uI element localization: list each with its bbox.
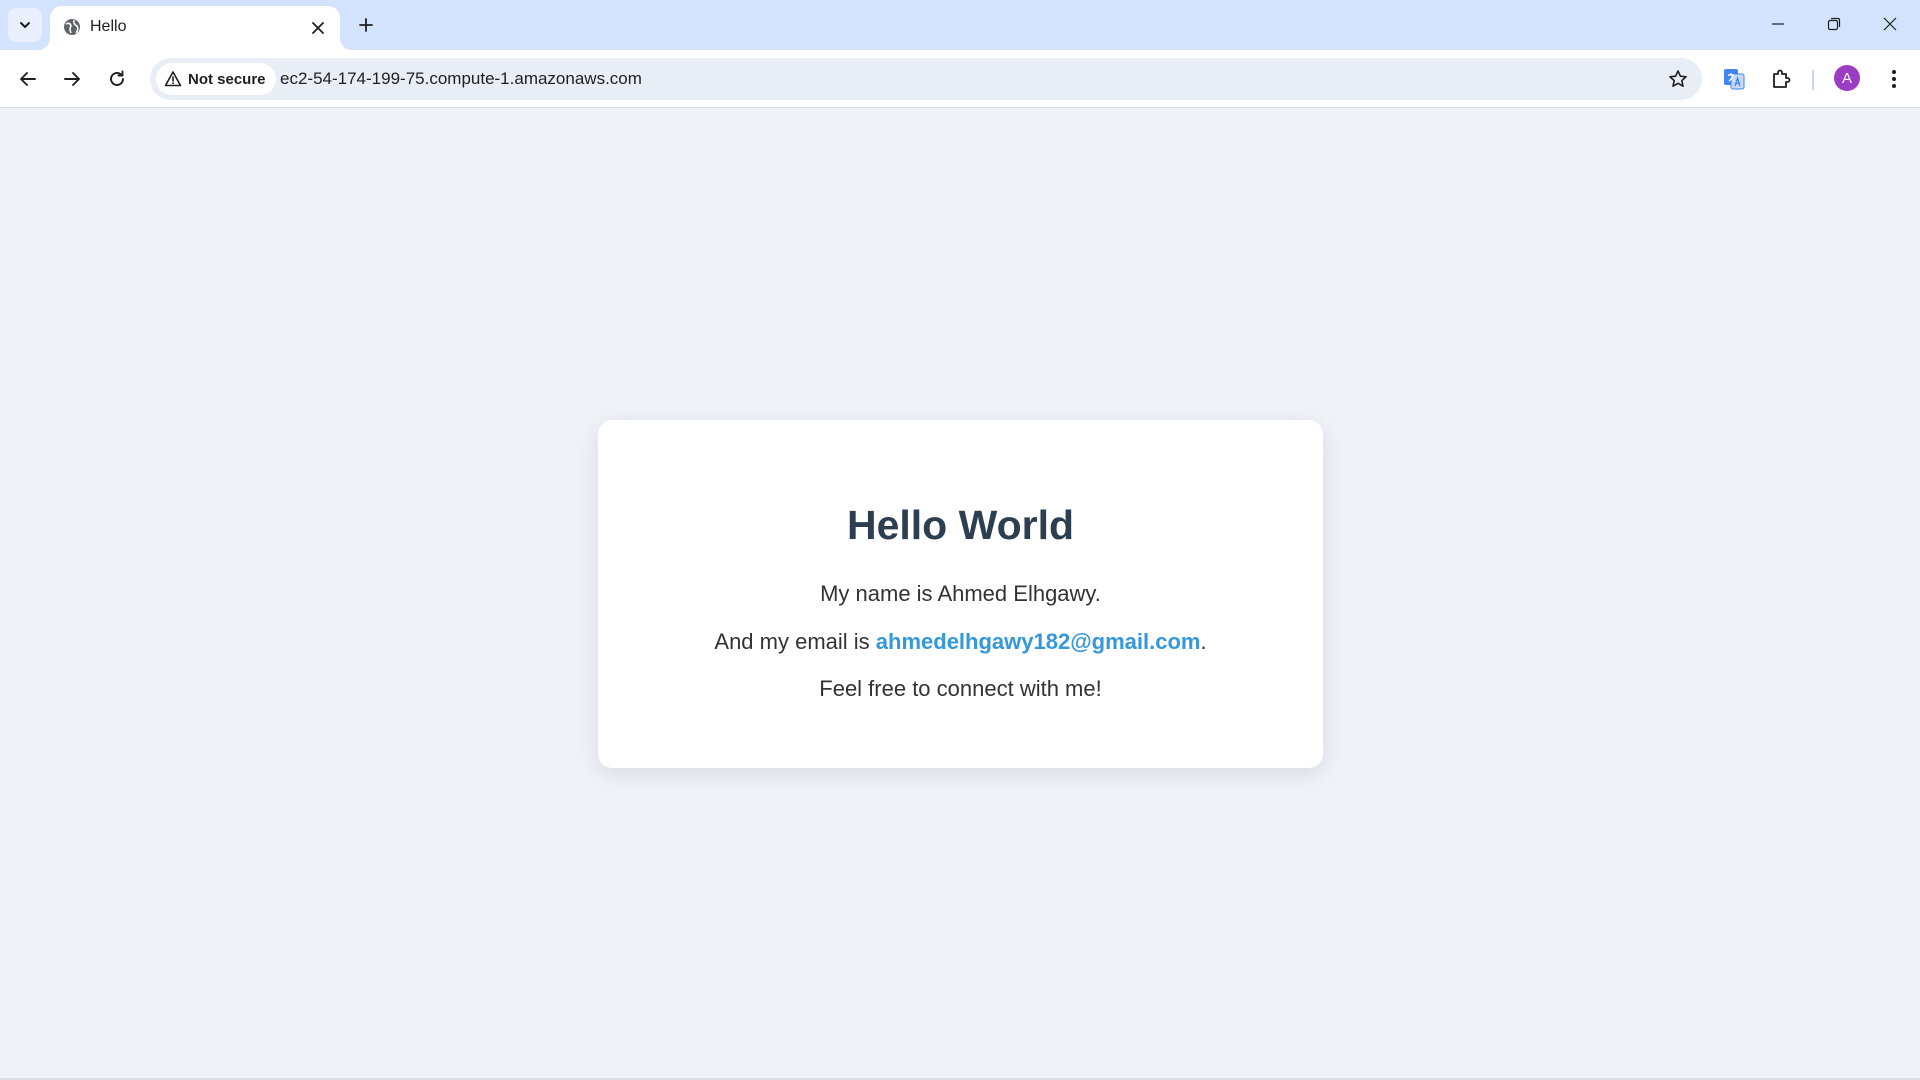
page-viewport: Hello World My name is Ahmed Elhgawy. An… (0, 108, 1920, 1080)
close-icon (312, 22, 324, 34)
name-line: My name is Ahmed Elhgawy. (820, 581, 1101, 606)
forward-arrow-icon (64, 72, 80, 86)
translate-button[interactable] (1718, 63, 1750, 95)
translate-icon (1724, 69, 1745, 90)
connect-line: Feel free to connect with me! (819, 676, 1102, 701)
greeting-card: Hello World My name is Ahmed Elhgawy. An… (598, 420, 1323, 768)
more-vert-icon (1892, 70, 1896, 88)
reload-button[interactable] (99, 61, 135, 97)
page-heading: Hello World (846, 502, 1075, 548)
back-arrow-icon (20, 72, 36, 86)
browser-menu-button[interactable] (1878, 63, 1910, 95)
url-text[interactable]: ec2-54-174-199-75.compute-1.amazonaws.co… (280, 69, 642, 89)
browser-toolbar: Not secure ec2-54-174-199-75.compute-1.a… (0, 50, 1920, 108)
window-close-button[interactable] (1862, 0, 1918, 48)
bookmark-button[interactable] (1666, 67, 1690, 91)
active-tab[interactable]: Hello (50, 6, 340, 50)
tab-close-button[interactable] (306, 16, 330, 40)
profile-avatar[interactable]: A (1834, 65, 1860, 91)
restore-icon (1827, 17, 1841, 31)
tab-search-button[interactable] (8, 8, 42, 42)
email-line: And my email is ahmedelhgawy182@gmail.co… (598, 629, 1323, 655)
security-indicator[interactable]: Not secure (156, 63, 276, 95)
tab-strip: Hello (0, 0, 1920, 50)
star-icon (1669, 70, 1687, 87)
email-suffix: . (1200, 629, 1207, 654)
chevron-down-icon (20, 22, 30, 28)
email-link[interactable]: ahmedelhgawy182@gmail.com (876, 629, 1201, 654)
address-bar[interactable]: Not secure ec2-54-174-199-75.compute-1.a… (150, 58, 1702, 100)
window-close-icon (1883, 17, 1897, 31)
minimize-icon (1772, 23, 1784, 25)
plus-icon (359, 18, 373, 32)
toolbar-divider (1812, 70, 1814, 90)
reload-icon (110, 70, 124, 86)
extensions-button[interactable] (1765, 63, 1797, 95)
new-tab-button[interactable] (350, 9, 382, 41)
warning-triangle-icon (164, 71, 182, 87)
back-button[interactable] (10, 61, 46, 97)
security-label: Not secure (188, 70, 266, 88)
globe-icon (64, 19, 80, 35)
puzzle-icon (1773, 69, 1791, 88)
tab-title: Hello (90, 18, 127, 35)
restore-button[interactable] (1806, 0, 1862, 48)
email-prefix: And my email is (714, 629, 876, 654)
forward-button[interactable] (54, 61, 90, 97)
minimize-button[interactable] (1750, 0, 1806, 48)
